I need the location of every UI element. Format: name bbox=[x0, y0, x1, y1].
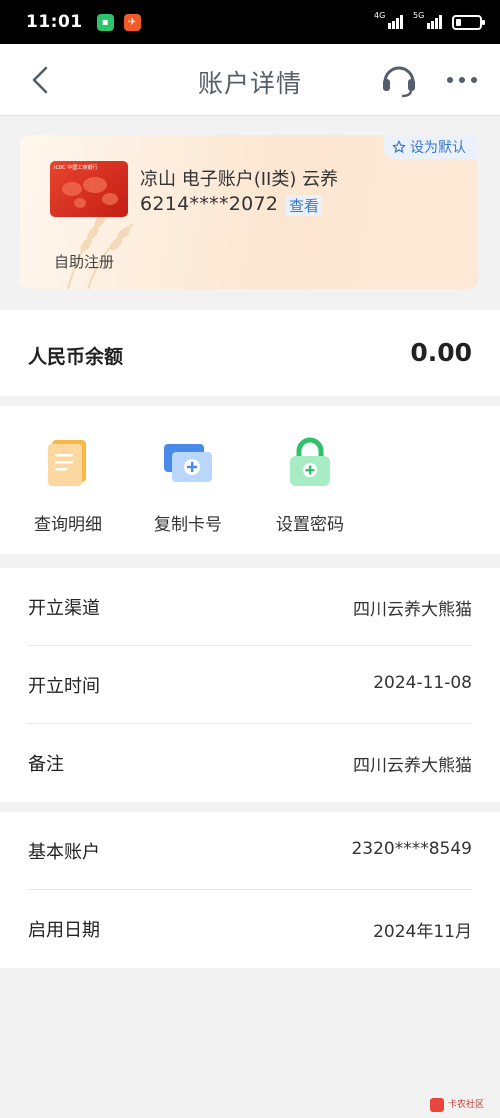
signal-icon: 4G bbox=[374, 11, 403, 29]
info-value: 2024年11月 bbox=[373, 922, 472, 942]
account-info-group: 开立渠道 四川云养大熊猫 开立时间 2024-11-08 备注 四川云养大熊猫 bbox=[0, 568, 500, 802]
info-value: 2320****8549 bbox=[351, 839, 472, 859]
query-details-button[interactable]: 查询明细 bbox=[8, 436, 128, 535]
document-icon bbox=[48, 440, 86, 486]
query-details-label: 查询明细 bbox=[34, 515, 102, 535]
bank-card-image: ICBC 中国工商银行 bbox=[50, 161, 128, 217]
copy-card-icon bbox=[164, 444, 212, 482]
lock-icon bbox=[290, 437, 330, 486]
info-row-base-account: 基本账户 2320****8549 bbox=[28, 812, 472, 890]
message-app-icon: ▪ bbox=[96, 13, 114, 31]
self-register-label: 自助注册 bbox=[54, 253, 115, 271]
balance-value: 0.00 bbox=[410, 338, 472, 367]
set-default-button[interactable]: 设为默认 bbox=[384, 135, 478, 159]
view-card-number-link[interactable]: 查看 bbox=[286, 195, 323, 216]
nav-bar: 账户详情 bbox=[0, 44, 500, 116]
info-row-channel: 开立渠道 四川云养大熊猫 bbox=[28, 568, 472, 646]
info-row-enable-date: 启用日期 2024年11月 bbox=[28, 890, 472, 968]
watermark: 卡农社区 bbox=[429, 1098, 484, 1112]
info-key: 开立渠道 bbox=[28, 598, 100, 619]
info-value: 2024-11-08 bbox=[373, 673, 472, 693]
account-card-section: ICBC 中国工商银行 凉山 电子账户(II类) 云养 6214****2072… bbox=[0, 116, 500, 308]
linked-account-group: 基本账户 2320****8549 启用日期 2024年11月 bbox=[0, 812, 500, 968]
info-value: 四川云养大熊猫 bbox=[353, 600, 472, 620]
set-password-label: 设置密码 bbox=[276, 515, 344, 535]
more-icon[interactable] bbox=[446, 70, 478, 90]
copy-card-number-button[interactable]: 复制卡号 bbox=[128, 436, 248, 535]
info-row-remark: 备注 四川云养大熊猫 bbox=[28, 724, 472, 802]
set-password-button[interactable]: 设置密码 bbox=[250, 436, 370, 535]
set-default-label: 设为默认 bbox=[410, 140, 466, 156]
notification-app-icon: ✈ bbox=[123, 13, 141, 31]
customer-service-icon[interactable] bbox=[380, 62, 418, 98]
copy-card-number-label: 复制卡号 bbox=[154, 515, 222, 535]
quick-actions: 查询明细 复制卡号 设置密码 bbox=[0, 406, 500, 554]
page-title: 账户详情 bbox=[197, 69, 302, 98]
watermark-text: 卡农社区 bbox=[447, 1099, 484, 1110]
account-number: 6214****2072 bbox=[140, 193, 279, 215]
world-map-icon bbox=[62, 177, 118, 208]
signal-icon-2: 5G bbox=[413, 11, 442, 29]
status-bar: 11:01 ▪ ✈ 4G 5G bbox=[0, 0, 500, 44]
info-row-open-time: 开立时间 2024-11-08 bbox=[28, 646, 472, 724]
network-label-1: 4G bbox=[374, 11, 386, 20]
info-key: 备注 bbox=[28, 754, 64, 775]
account-name: 凉山 电子账户(II类) 云养 bbox=[140, 169, 339, 190]
network-label-2: 5G bbox=[413, 11, 425, 20]
battery-icon bbox=[452, 14, 485, 30]
info-value: 四川云养大熊猫 bbox=[353, 756, 472, 776]
info-key: 启用日期 bbox=[28, 920, 100, 941]
star-icon bbox=[392, 140, 406, 153]
info-key: 基本账户 bbox=[28, 842, 100, 863]
info-key: 开立时间 bbox=[28, 676, 100, 697]
account-card[interactable]: ICBC 中国工商银行 凉山 电子账户(II类) 云养 6214****2072… bbox=[20, 135, 478, 289]
balance-label: 人民币余额 bbox=[28, 346, 124, 368]
status-time: 11:01 bbox=[26, 12, 83, 32]
watermark-logo-icon bbox=[429, 1098, 444, 1112]
balance-row: 人民币余额 0.00 bbox=[0, 310, 500, 396]
